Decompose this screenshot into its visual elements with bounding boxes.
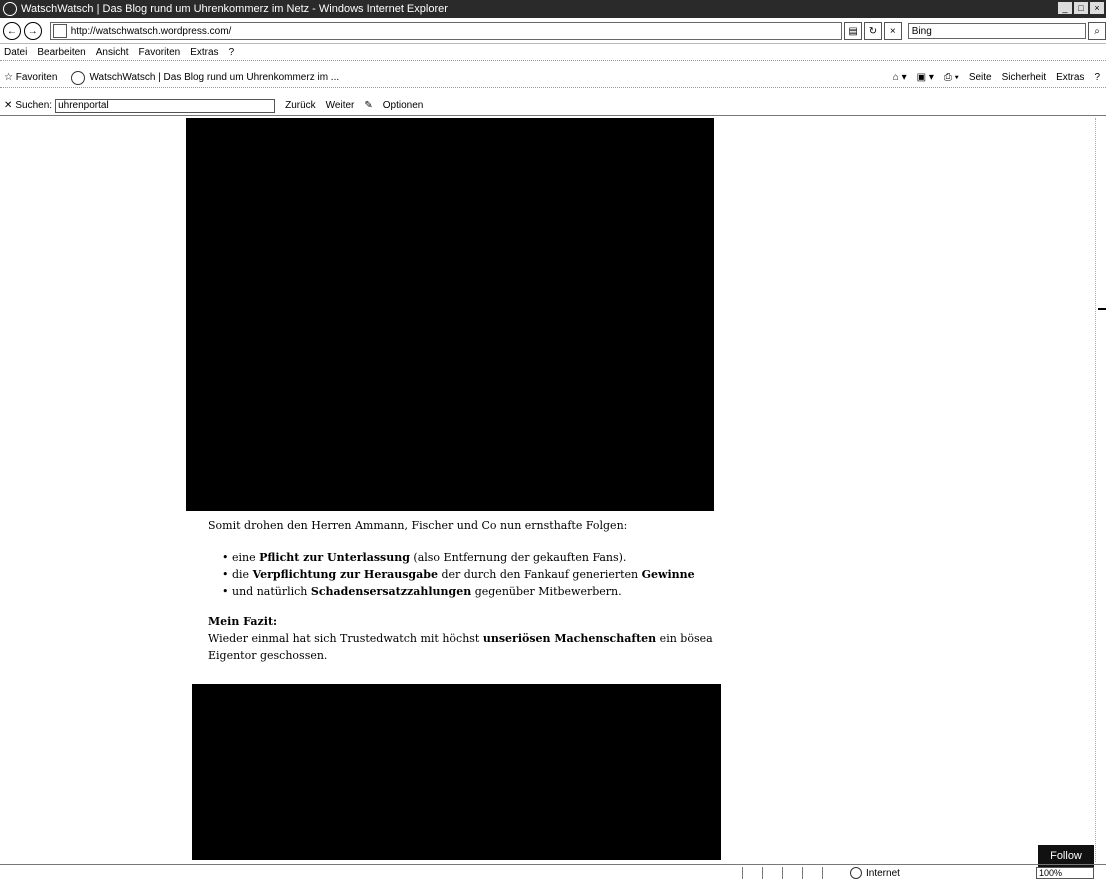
article-image [186,118,714,511]
window-title: WatschWatsch | Das Blog rund um Uhrenkom… [21,3,448,15]
article-intro: Somit drohen den Herren Ammann, Fischer … [208,519,628,532]
ie-logo-icon [3,2,17,16]
window-controls: _ □ × [1058,2,1104,14]
zone-label: Internet [866,867,900,879]
find-input[interactable] [55,98,276,113]
compat-view-icon[interactable]: ▤ [844,22,863,40]
command-bar: ⌂ ▾ ▣ ▾ ⎙ ▾ Seite Sicherheit Extras ? [893,72,1100,83]
consequences-list: eine Pflicht zur Unterlassung (also Entf… [208,549,728,600]
help-icon[interactable]: ? [1094,72,1100,83]
list-item-bold: Schadensersatzzahlungen [310,585,472,598]
status-bar: Internet 100% [0,864,1106,881]
maximize-icon[interactable]: □ [1074,2,1088,14]
browser-tab[interactable]: WatschWatsch | Das Blog rund um Uhrenkom… [71,70,340,85]
page-content: Somit drohen den Herren Ammann, Fischer … [0,118,1096,862]
find-options-button[interactable]: Optionen [383,100,424,111]
favorites-button[interactable]: ☆ Favoriten [4,72,57,83]
feeds-icon[interactable]: ▣ ▾ [917,72,934,83]
tab-label: WatschWatsch | Das Blog rund um Uhrenkom… [89,72,340,83]
list-item-text: eine [232,551,260,564]
list-item-text: gegenüber Mitbewerbern. [471,585,622,598]
list-item: und natürlich Schadensersatzzahlungen ge… [222,583,728,600]
menu-item-ansicht[interactable]: Ansicht [96,47,129,58]
list-item: die Verpflichtung zur Herausgabe der dur… [222,566,728,583]
menu-item-extras[interactable]: Extras [190,47,218,58]
search-input[interactable]: Bing [907,23,1087,39]
conclusion-bold: unseriösen Machenschaften [482,632,657,645]
search-value: Bing [911,25,932,37]
address-row: ← → http://watschwatsch.wordpress.com/ ▤… [0,19,1106,44]
find-label: Suchen: [15,100,53,111]
list-item-text: die [232,568,253,581]
print-icon[interactable]: ⎙ ▾ [944,72,959,83]
list-item: eine Pflicht zur Unterlassung (also Entf… [222,549,728,566]
find-next-button[interactable]: Weiter [326,100,355,111]
article-image-2 [192,684,721,860]
menu-item-favoriten[interactable]: Favoriten [139,47,181,58]
status-segment [802,867,817,879]
conclusion-text: Wieder einmal hat sich Trustedwatch mit … [208,630,728,664]
scrollbar-thumb[interactable] [1098,308,1106,310]
list-item-text: (also Entfernung der gekauften Fans). [409,551,627,564]
conclusion-text-part: Wieder einmal hat sich Trustedwatch mit … [208,632,483,645]
zoom-control[interactable]: 100% [1036,867,1094,879]
menu-item-help[interactable]: ? [229,47,235,58]
page-icon [52,24,67,38]
article-body: Somit drohen den Herren Ammann, Fischer … [208,517,728,664]
wordpress-icon [71,70,86,85]
menu-item-datei[interactable]: Datei [4,47,27,58]
tool-sicherheit[interactable]: Sicherheit [1002,72,1046,83]
security-zone: Internet [850,867,900,879]
menu-bar: Datei Bearbeiten Ansicht Favoriten Extra… [0,45,1106,61]
tool-seite[interactable]: Seite [969,72,992,83]
list-item-text: der durch den Fankauf generierten [437,568,642,581]
highlight-icon[interactable]: ✎ [364,100,372,111]
status-segment [742,867,757,879]
find-close-icon[interactable]: ✕ [4,100,12,111]
search-icon[interactable]: ⌕ [1088,22,1106,40]
list-item-text: und natürlich [232,585,311,598]
status-segment [782,867,797,879]
list-item-bold: Pflicht zur Unterlassung [259,551,410,564]
tool-extras[interactable]: Extras [1056,72,1084,83]
list-item-bold: Verpflichtung zur Herausgabe [252,568,438,581]
title-bar: WatschWatsch | Das Blog rund um Uhrenkom… [0,0,1106,18]
status-segment [762,867,777,879]
list-item-bold: Gewinne [641,568,695,581]
find-bar: ✕ Suchen: Zurück Weiter ✎ Optionen [0,96,1106,116]
close-icon[interactable]: × [1090,2,1104,14]
forward-button[interactable]: → [23,22,42,40]
menu-item-bearbeiten[interactable]: Bearbeiten [37,47,85,58]
follow-label: Follow [1050,850,1082,862]
address-url: http://watschwatsch.wordpress.com/ [70,25,232,37]
vertical-scrollbar[interactable] [1095,118,1106,862]
conclusion-heading: Mein Fazit: [208,615,278,628]
status-segment [822,867,837,879]
minimize-icon[interactable]: _ [1058,2,1072,14]
favorites-bar: ☆ Favoriten WatschWatsch | Das Blog rund… [0,68,1106,88]
home-icon[interactable]: ⌂ ▾ [893,72,907,83]
back-button[interactable]: ← [3,22,21,40]
refresh-icon[interactable]: ↻ [864,22,882,40]
find-back-button[interactable]: Zurück [285,100,316,111]
globe-icon [850,867,862,879]
favorites-label: Favoriten [15,72,58,83]
stop-icon[interactable]: × [883,22,902,40]
zoom-value: 100% [1039,868,1063,878]
address-bar[interactable]: http://watschwatsch.wordpress.com/ [49,22,843,40]
